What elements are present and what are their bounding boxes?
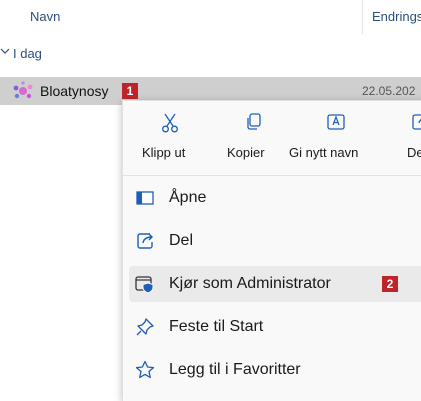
menu-item-run-as-admin-label: Kjør som Administrator xyxy=(169,275,331,292)
share-icon xyxy=(412,114,421,130)
menu-toolbar: Klipp ut Kopier Gi nytt navn De xyxy=(123,101,421,171)
shield-window-icon xyxy=(135,274,155,294)
menu-separator xyxy=(123,175,421,176)
context-menu: Klipp ut Kopier Gi nytt navn De Åpne Del… xyxy=(122,100,421,401)
column-date-header[interactable]: Endrings xyxy=(372,9,421,24)
share-toolbar-label: De xyxy=(407,145,421,160)
share-icon xyxy=(135,231,155,251)
rename-button[interactable]: Gi nytt navn xyxy=(287,101,383,171)
share-toolbar-button[interactable]: De xyxy=(393,101,421,171)
scissors-icon xyxy=(162,113,178,133)
column-divider[interactable] xyxy=(362,0,363,34)
group-label: I dag xyxy=(13,46,42,61)
column-header: Navn Endrings xyxy=(0,0,421,34)
copy-label: Kopier xyxy=(227,145,265,160)
column-name-header[interactable]: Navn xyxy=(30,9,60,24)
menu-item-share[interactable]: Del xyxy=(123,223,421,259)
file-name: Bloatynosy xyxy=(40,83,109,99)
copy-icon xyxy=(247,113,261,130)
pin-icon xyxy=(135,317,155,337)
step-badge-2: 2 xyxy=(382,276,398,292)
file-date: 22.05.202 xyxy=(362,84,416,98)
menu-item-add-to-favorites-label: Legg til i Favoritter xyxy=(169,361,301,378)
menu-item-pin-to-start-label: Feste til Start xyxy=(169,318,264,335)
star-icon xyxy=(135,360,155,380)
open-icon xyxy=(135,188,155,208)
menu-item-add-to-favorites[interactable]: Legg til i Favoritter xyxy=(123,352,421,388)
copy-button[interactable]: Kopier xyxy=(219,101,289,171)
cut-button[interactable]: Klipp ut xyxy=(131,101,207,171)
menu-item-share-label: Del xyxy=(169,232,194,249)
step-badge-1: 1 xyxy=(122,83,138,99)
cut-label: Klipp ut xyxy=(142,145,186,160)
rename-label: Gi nytt navn xyxy=(289,145,359,160)
app-icon xyxy=(12,80,34,102)
menu-item-open[interactable]: Åpne xyxy=(123,180,421,216)
rename-icon xyxy=(327,114,345,130)
menu-item-run-as-admin[interactable]: Kjør som Administrator 2 xyxy=(129,266,421,302)
menu-item-open-label: Åpne xyxy=(169,189,207,206)
chevron-down-icon[interactable] xyxy=(0,45,10,59)
menu-item-pin-to-start[interactable]: Feste til Start xyxy=(123,309,421,345)
